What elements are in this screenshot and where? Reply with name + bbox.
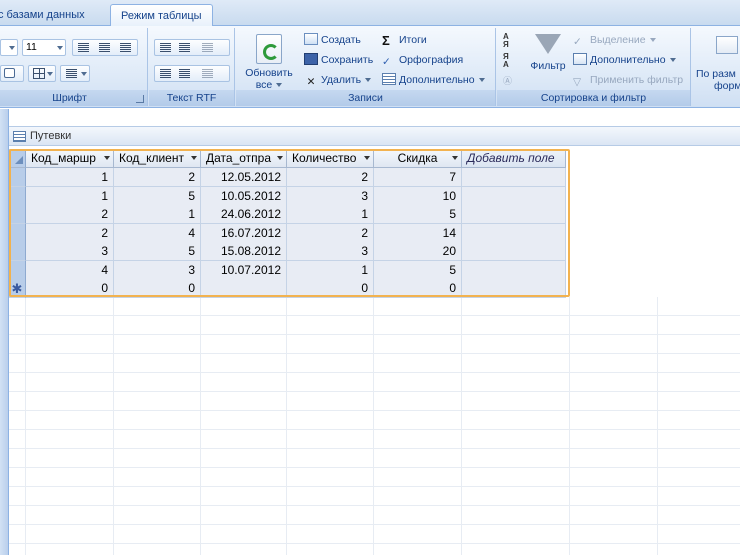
font-size-value: 11: [26, 41, 37, 53]
navigation-pane-collapsed[interactable]: [0, 109, 9, 555]
font-size-dropdown[interactable]: 11: [22, 39, 66, 56]
save-record-button[interactable]: Сохранить: [304, 51, 373, 69]
paint-bucket-icon: [4, 68, 15, 78]
list-buttons: [154, 65, 230, 82]
save-icon: [304, 53, 318, 65]
delete-x-icon: ✕: [306, 76, 316, 88]
tab-datasheet[interactable]: Режим таблицы: [110, 4, 213, 26]
advanced-filter-icon: [573, 53, 587, 65]
increase-indent-icon[interactable]: [179, 43, 190, 52]
advanced-filter-button[interactable]: Дополнительно: [573, 51, 676, 69]
delete-record-button[interactable]: ✕ Удалить: [304, 71, 372, 89]
align-right-icon[interactable]: [120, 43, 131, 52]
document-tab-title: Путевки: [30, 130, 72, 142]
totals-button[interactable]: Σ Итоги: [382, 31, 427, 49]
funnel-icon: [535, 34, 561, 54]
filter-label: Фильтр: [530, 60, 566, 72]
tab-database-tools[interactable]: с базами данных: [0, 4, 95, 26]
document-tab[interactable]: Путевки: [9, 126, 740, 146]
new-record-label: Создать: [321, 34, 361, 46]
dialog-launcher-icon[interactable]: [136, 95, 144, 103]
font-group-label: Шрифт: [0, 90, 147, 106]
sort-descending-icon[interactable]: ЯА: [503, 53, 517, 69]
new-record-icon: [304, 33, 318, 45]
sigma-icon: Σ: [382, 33, 390, 48]
alt-row-color-button[interactable]: [60, 65, 90, 82]
spelling-label: Орфография: [399, 54, 464, 66]
grid-icon: [33, 68, 45, 79]
spelling-button[interactable]: ✓ Орфография: [382, 51, 463, 69]
selection-outline: [9, 149, 570, 297]
filter-button[interactable]: Фильтр: [525, 34, 571, 72]
ribbon-tab-bar: с базами данных Режим таблицы: [0, 0, 740, 26]
table-icon: [13, 131, 26, 142]
numbered-list-icon[interactable]: [160, 69, 171, 78]
ribbon: 11 Шрифт Текст RTF Обновить все Создать …: [0, 26, 740, 108]
font-name-dropdown[interactable]: [0, 39, 18, 56]
more-table-icon: [382, 73, 396, 85]
records-group: Обновить все Создать Сохранить ✕ Удалить …: [236, 28, 496, 106]
sort-ascending-icon[interactable]: АЯ: [503, 33, 517, 49]
align-center-icon[interactable]: [99, 43, 110, 52]
window-group: По разм форм: [692, 28, 740, 106]
clear-sort-icon[interactable]: Ⓐ: [503, 74, 517, 86]
sort-filter-group: АЯ ЯА Ⓐ Фильтр ✓ Выделение Дополнительно …: [497, 28, 691, 106]
advanced-filter-label: Дополнительно: [590, 54, 666, 66]
empty-grid-area: [9, 297, 740, 555]
align-buttons: [72, 39, 138, 56]
records-group-label: Записи: [236, 90, 495, 106]
paragraph-direction-icon[interactable]: [202, 43, 213, 52]
refresh-all-button[interactable]: Обновить все: [240, 34, 298, 91]
apply-filter-label: Применить фильтр: [590, 74, 684, 86]
highlight-icon[interactable]: [202, 69, 213, 78]
sort-filter-group-label: Сортировка и фильтр: [497, 90, 690, 106]
selection-label: Выделение: [590, 34, 646, 46]
fit-form-icon[interactable]: [716, 36, 738, 54]
font-group: 11 Шрифт: [0, 28, 148, 106]
selection-button[interactable]: ✓ Выделение: [573, 31, 656, 49]
gridlines-button[interactable]: [28, 65, 56, 82]
save-record-label: Сохранить: [321, 54, 374, 66]
refresh-icon: [256, 34, 282, 64]
apply-filter-button[interactable]: ▽ Применить фильтр: [573, 71, 683, 89]
records-more-button[interactable]: Дополнительно: [382, 71, 485, 89]
apply-filter-icon: ▽: [573, 76, 582, 88]
indent-buttons: [154, 39, 230, 56]
fill-color-button[interactable]: [0, 65, 24, 82]
fit-form-label-1: По разм: [696, 68, 736, 80]
selection-filter-icon: ✓: [573, 36, 582, 48]
rtf-group-label: Текст RTF: [149, 90, 234, 106]
delete-record-label: Удалить: [321, 74, 362, 86]
align-left-icon[interactable]: [78, 43, 89, 52]
totals-label: Итоги: [399, 34, 427, 46]
decrease-indent-icon[interactable]: [160, 43, 171, 52]
alt-fill-icon: [66, 69, 77, 78]
records-more-label: Дополнительно: [399, 74, 475, 86]
fit-form-button[interactable]: По разм форм: [696, 68, 740, 92]
fit-form-label-2: форм: [714, 80, 740, 92]
spelling-check-icon: ✓: [382, 56, 391, 68]
bullet-list-icon[interactable]: [179, 69, 190, 78]
rtf-group: Текст RTF: [149, 28, 235, 106]
new-record-button[interactable]: Создать: [304, 31, 361, 49]
refresh-all-label: Обновить все: [245, 67, 293, 91]
